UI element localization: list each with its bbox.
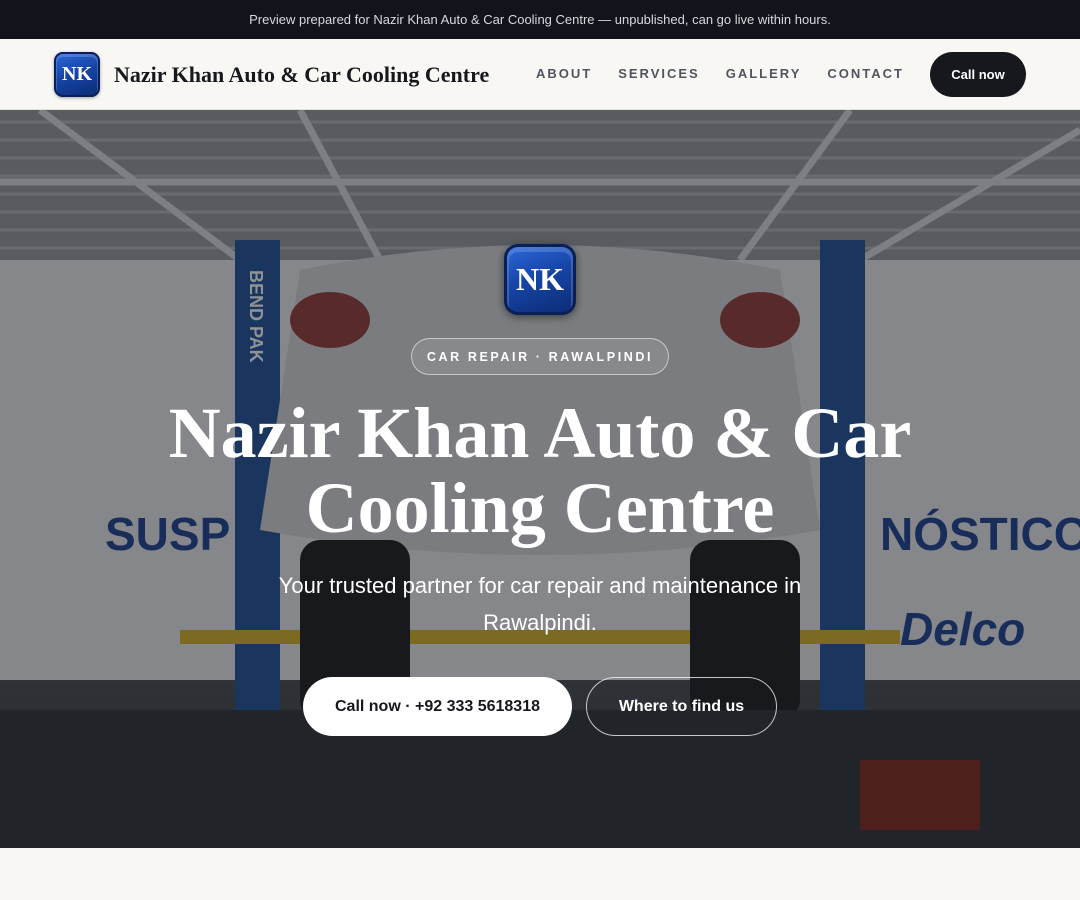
hero-subtitle: Your trusted partner for car repair and … bbox=[278, 573, 802, 635]
nav-link-about[interactable]: ABOUT bbox=[536, 66, 592, 81]
nav-link-services[interactable]: SERVICES bbox=[618, 66, 700, 81]
hero-section: SUSP NÓSTICO Delco BEND PAK NK CAR REPAI… bbox=[0, 110, 1080, 848]
hero-logo-initials: NK bbox=[516, 261, 564, 297]
preview-banner: Preview prepared for Nazir Khan Auto & C… bbox=[0, 0, 1080, 39]
hero-category-tag: CAR REPAIR · RAWALPINDI bbox=[411, 338, 669, 375]
hero-logo-badge: NK bbox=[504, 244, 576, 315]
site-header: NK Nazir Khan Auto & Car Cooling Centre … bbox=[0, 39, 1080, 110]
nav-link-gallery[interactable]: GALLERY bbox=[726, 66, 802, 81]
preview-banner-text: Preview prepared for Nazir Khan Auto & C… bbox=[249, 12, 831, 27]
hero-call-button[interactable]: Call now · +92 333 5618318 bbox=[303, 677, 572, 736]
hero-title: Nazir Khan Auto & Car Cooling Centre bbox=[168, 393, 912, 548]
logo-initials: NK bbox=[62, 63, 92, 85]
logo-badge[interactable]: NK bbox=[54, 52, 100, 97]
main-nav: ABOUT SERVICES GALLERY CONTACT bbox=[536, 66, 930, 81]
call-now-button[interactable]: Call now bbox=[930, 52, 1026, 97]
brand-name[interactable]: Nazir Khan Auto & Car Cooling Centre bbox=[114, 62, 489, 88]
nav-link-contact[interactable]: CONTACT bbox=[827, 66, 904, 81]
hero-location-button[interactable]: Where to find us bbox=[586, 677, 777, 736]
